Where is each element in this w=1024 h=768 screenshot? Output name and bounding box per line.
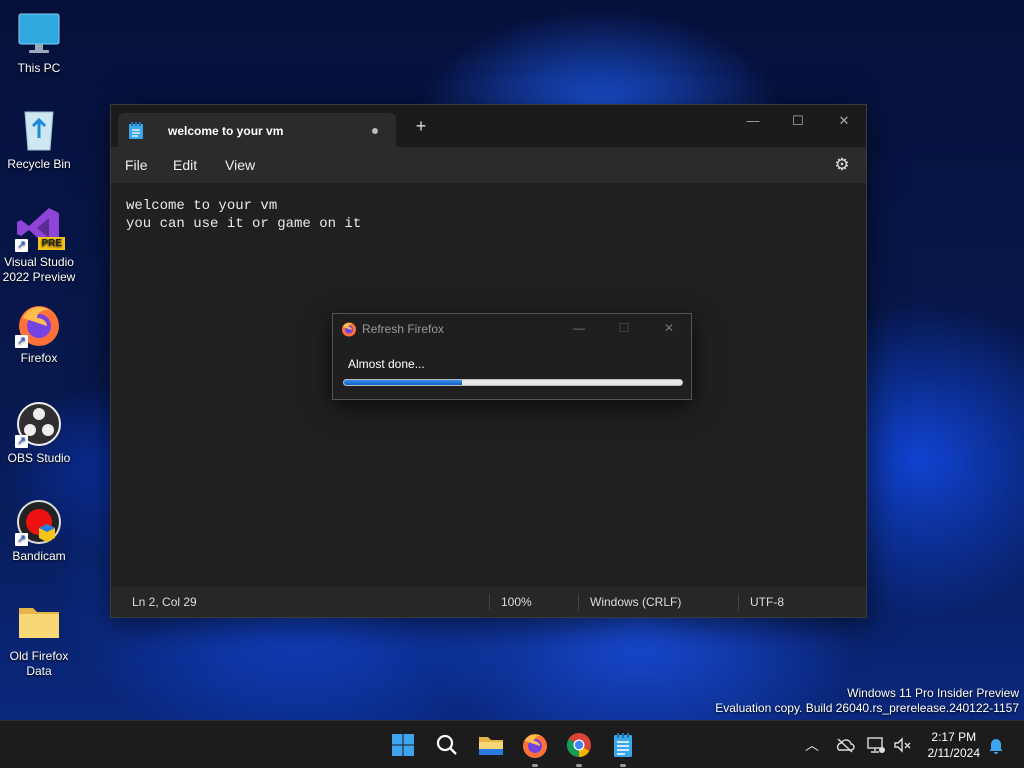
preview-badge: PRE (38, 237, 65, 250)
desktop-icon-label: OBS Studio (7, 451, 71, 465)
chevron-up-icon[interactable]: ︿ (802, 735, 822, 755)
notepad-titlebar[interactable]: welcome to your vm + — ☐ ✕ (111, 105, 866, 147)
new-tab-button[interactable]: + (411, 117, 431, 135)
dialog-maximize-button[interactable]: ☐ (614, 318, 634, 338)
desktop-icon-obs-studio[interactable]: ↗ OBS Studio (0, 400, 78, 466)
desktop-icon-label: Bandicam (12, 549, 66, 563)
progress-bar (343, 379, 683, 386)
desktop-icon-label: This PC (17, 61, 61, 75)
status-bar: Ln 2, Col 29 100% Windows (CRLF) UTF-8 (111, 587, 866, 617)
notepad-icon[interactable] (609, 731, 637, 767)
menu-file[interactable]: File (125, 157, 148, 173)
minimize-button[interactable]: — (741, 111, 765, 131)
dialog-minimize-button[interactable]: — (569, 318, 589, 338)
watermark-line-1: Windows 11 Pro Insider Preview (847, 686, 1019, 700)
menu-edit[interactable]: Edit (173, 157, 197, 173)
desktop-icon-bandicam[interactable]: ↗ Bandicam (0, 498, 78, 564)
line-ending: Windows (CRLF) (590, 595, 682, 609)
desktop-icon-recycle-bin[interactable]: Recycle Bin (0, 106, 78, 172)
menu-bar: File Edit View ⚙ (111, 147, 866, 183)
firefox-icon[interactable] (521, 731, 549, 767)
system-clock[interactable]: 2:17 PM 2/11/2024 (928, 729, 981, 761)
desktop-icon-label: Old Firefox Data (9, 649, 69, 678)
running-indicator (532, 764, 538, 767)
status-divider (489, 594, 490, 610)
zoom-level: 100% (501, 595, 532, 609)
refresh-firefox-dialog: Refresh Firefox — ☐ ✕ Almost done... (332, 313, 692, 400)
onedrive-icon[interactable] (835, 735, 855, 755)
desktop-icon-visual-studio[interactable]: PRE ↗ Visual Studio 2022 Preview (0, 204, 78, 285)
clock-date: 2/11/2024 (927, 746, 981, 760)
recycle-bin-icon (15, 106, 63, 154)
editor-line-1: welcome to your vm (126, 198, 278, 214)
cursor-position: Ln 2, Col 29 (132, 595, 197, 609)
visual-studio-icon: PRE ↗ (15, 204, 65, 252)
close-button[interactable]: ✕ (832, 111, 856, 131)
desktop-icon-this-pc[interactable]: This PC (0, 10, 78, 76)
bandicam-icon: ↗ (15, 498, 63, 546)
shortcut-arrow-icon: ↗ (15, 239, 28, 252)
status-divider (738, 594, 739, 610)
running-indicator (576, 764, 582, 767)
volume-muted-icon[interactable] (892, 735, 912, 755)
desktop-icon-label: Visual Studio 2022 Preview (2, 255, 76, 284)
start-icon[interactable] (389, 731, 417, 759)
status-divider (578, 594, 579, 610)
unsaved-indicator-icon[interactable] (372, 128, 378, 134)
desktop-icon-old-firefox-data[interactable]: Old Firefox Data (0, 598, 78, 679)
clock-time: 2:17 PM (931, 730, 977, 744)
monitor-icon (15, 10, 63, 58)
taskbar: ︿ 2:17 PM 2/11/2024 (0, 720, 1024, 768)
search-icon[interactable] (433, 731, 461, 759)
folder-icon (15, 598, 63, 646)
notification-bell-icon[interactable] (986, 735, 1006, 755)
menu-view[interactable]: View (225, 157, 255, 173)
settings-gear-icon[interactable]: ⚙ (832, 155, 852, 175)
tab-welcome-to-your-vm[interactable]: welcome to your vm (118, 113, 396, 147)
desktop-icon-firefox[interactable]: ↗ Firefox (0, 300, 78, 366)
firefox-icon: ↗ (15, 300, 63, 348)
running-indicator (620, 764, 626, 767)
shortcut-arrow-icon: ↗ (15, 335, 28, 348)
tab-title: welcome to your vm (168, 124, 284, 138)
desktop-icon-label: Firefox (20, 351, 58, 365)
desktop-icon-label: Recycle Bin (7, 157, 71, 171)
maximize-button[interactable]: ☐ (786, 111, 810, 131)
chrome-icon[interactable] (565, 731, 593, 767)
dialog-title: Refresh Firefox (362, 322, 445, 336)
progress-fill (344, 380, 463, 385)
encoding: UTF-8 (750, 595, 784, 609)
notepad-icon (128, 122, 144, 145)
dialog-close-button[interactable]: ✕ (659, 318, 679, 338)
watermark-line-2: Evaluation copy. Build 26040.rs_prerelea… (715, 701, 1019, 715)
shortcut-arrow-icon: ↗ (15, 435, 28, 448)
file-explorer-icon[interactable] (477, 731, 505, 759)
shortcut-arrow-icon: ↗ (15, 533, 28, 546)
dialog-message: Almost done... (348, 357, 425, 371)
obs-icon: ↗ (15, 400, 63, 448)
network-icon[interactable] (866, 735, 886, 755)
firefox-icon (341, 321, 357, 342)
editor-line-2: you can use it or game on it (126, 216, 362, 232)
